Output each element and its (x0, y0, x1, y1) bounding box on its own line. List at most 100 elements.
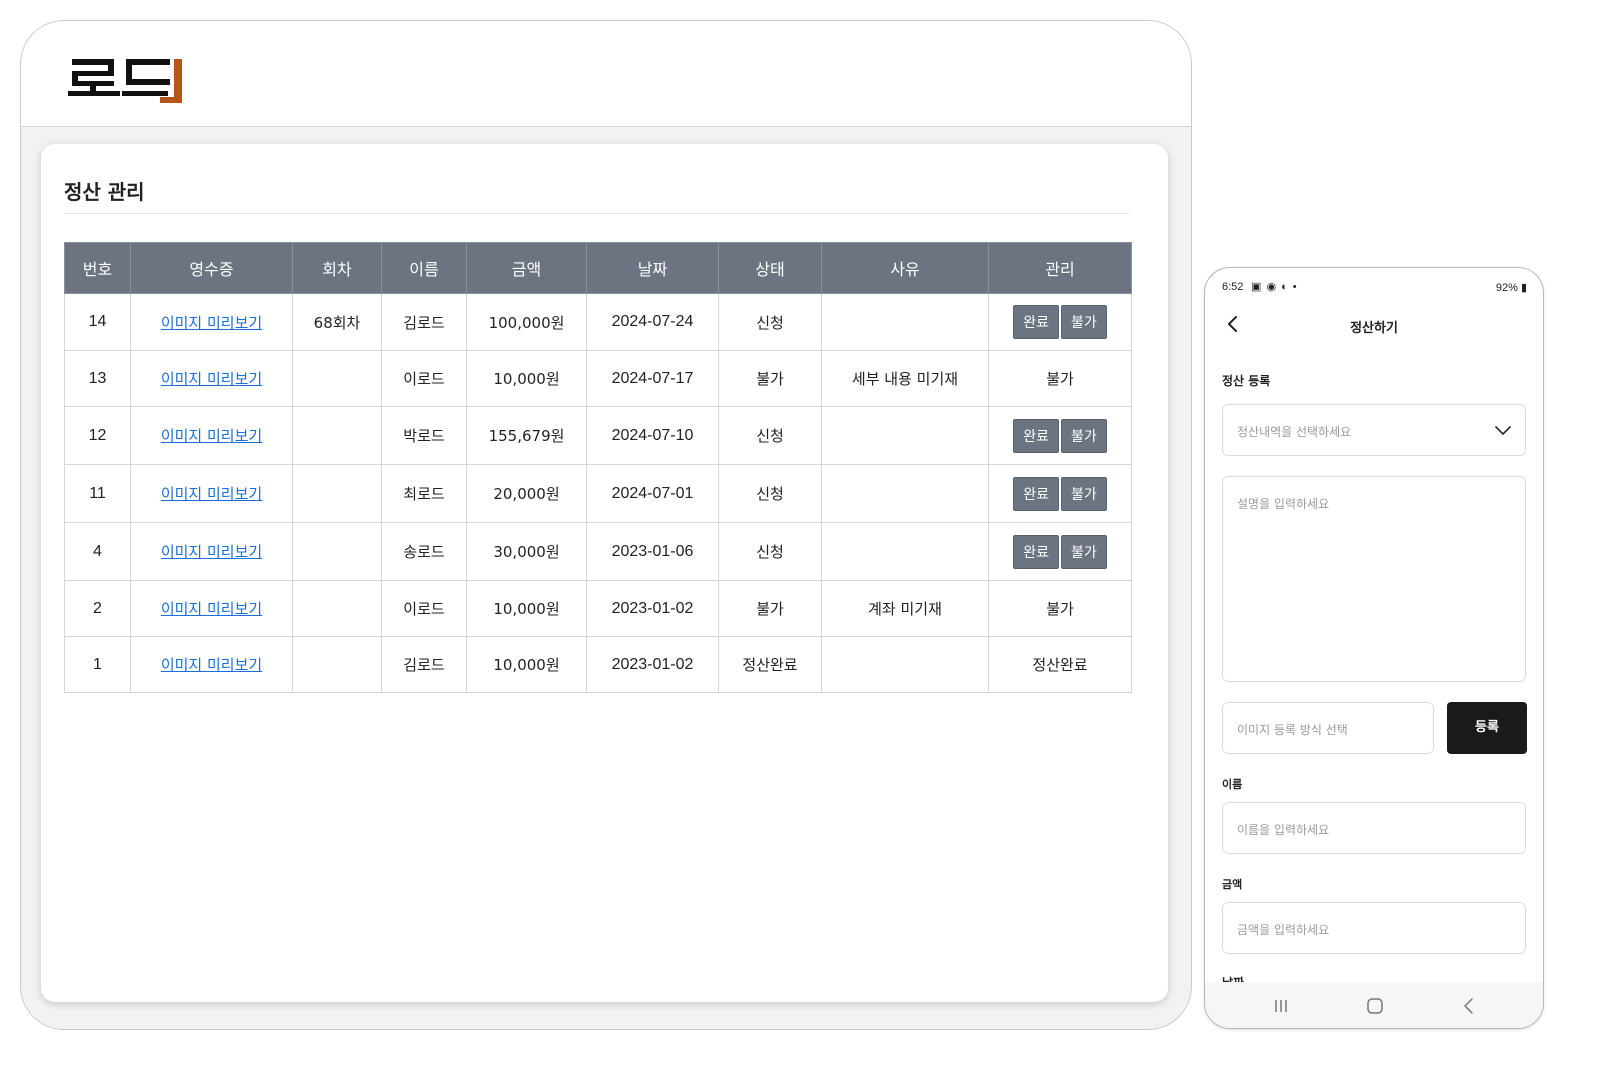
cell-amount: 155,679원 (466, 406, 587, 465)
settlement-card: 정산 관리 번호 영수증 회차 이름 금액 날짜 상태 사유 관리 14 이미지… (41, 144, 1168, 1002)
home-icon[interactable] (1365, 996, 1385, 1016)
cell-reason (821, 464, 989, 523)
cell-no: 1 (64, 636, 131, 693)
nav-back-icon[interactable] (1459, 996, 1479, 1016)
cell-reason (821, 293, 989, 351)
cell-amount: 10,000원 (466, 580, 587, 637)
description-textarea[interactable]: 설명을 입력하세요 (1222, 476, 1526, 682)
battery-percent: 92% (1495, 282, 1518, 294)
reject-button[interactable]: 불가 (1061, 305, 1107, 339)
cell-round (292, 522, 382, 581)
cell-status: 신청 (718, 522, 822, 581)
title-divider (64, 213, 1129, 214)
reject-button[interactable]: 불가 (1061, 476, 1107, 511)
cell-round (292, 636, 382, 693)
date-label: 날짜 (1222, 974, 1244, 982)
column-header: 이름 (381, 242, 467, 294)
cell-date: 2024-07-10 (586, 406, 719, 465)
amount-input[interactable]: 금액을 입력하세요 (1222, 902, 1526, 954)
reject-button[interactable]: 불가 (1061, 534, 1107, 569)
image-method-placeholder: 이미지 등록 방식 선택 (1237, 723, 1348, 737)
receipt-preview-link[interactable]: 이미지 미리보기 (161, 370, 262, 388)
system-nav-bar (1205, 982, 1543, 1028)
name-input[interactable]: 이름을 입력하세요 (1222, 802, 1526, 854)
table-row: 2 이미지 미리보기 이로드 10,000원 2023-01-02 불가 계좌 … (64, 580, 1132, 637)
cell-manage: 완료 불가 (988, 522, 1132, 581)
receipt-preview-link[interactable]: 이미지 미리보기 (161, 656, 262, 674)
cell-no: 12 (64, 406, 131, 465)
cell-date: 2024-07-24 (586, 293, 719, 351)
cell-reason (821, 636, 989, 693)
name-placeholder: 이름을 입력하세요 (1237, 823, 1330, 837)
cell-status: 정산완료 (718, 636, 822, 693)
table-row: 13 이미지 미리보기 이로드 10,000원 2024-07-17 불가 세부… (64, 350, 1132, 407)
cell-name: 김로드 (381, 636, 467, 693)
settlement-table: 번호 영수증 회차 이름 금액 날짜 상태 사유 관리 14 이미지 미리보기 … (64, 242, 1132, 693)
complete-button[interactable]: 완료 (1013, 305, 1059, 339)
cell-receipt: 이미지 미리보기 (130, 522, 293, 581)
cell-no: 14 (64, 293, 131, 351)
receipt-preview-link[interactable]: 이미지 미리보기 (161, 485, 262, 503)
cell-receipt: 이미지 미리보기 (130, 350, 293, 407)
image-method-select[interactable]: 이미지 등록 방식 선택 (1222, 702, 1434, 754)
register-button[interactable]: 등록 (1447, 702, 1527, 754)
description-placeholder: 설명을 입력하세요 (1237, 497, 1330, 511)
section-label: 정산 등록 (1222, 374, 1271, 388)
cell-date: 2024-07-17 (586, 350, 719, 407)
site-header (21, 21, 1191, 127)
cell-round (292, 406, 382, 465)
screen-title: 정산하기 (1350, 321, 1398, 336)
status-time: 6:52 (1222, 281, 1244, 293)
cell-status: 신청 (718, 406, 822, 465)
receipt-preview-link[interactable]: 이미지 미리보기 (161, 600, 262, 618)
table-row: 11 이미지 미리보기 최로드 20,000원 2024-07-01 신청 완료… (64, 464, 1132, 523)
receipt-preview-link[interactable]: 이미지 미리보기 (161, 427, 262, 445)
complete-button[interactable]: 완료 (1013, 476, 1059, 511)
column-header: 번호 (64, 242, 131, 294)
complete-button[interactable]: 완료 (1013, 534, 1059, 569)
cell-name: 최로드 (381, 464, 467, 523)
cell-no: 13 (64, 350, 131, 407)
cell-reason: 세부 내용 미기재 (821, 350, 989, 407)
receipt-preview-link[interactable]: 이미지 미리보기 (161, 314, 262, 332)
cell-amount: 10,000원 (466, 350, 587, 407)
cell-round (292, 464, 382, 523)
column-header: 금액 (466, 242, 587, 294)
cell-receipt: 이미지 미리보기 (130, 406, 293, 465)
cell-name: 이로드 (381, 350, 467, 407)
cell-receipt: 이미지 미리보기 (130, 293, 293, 351)
notification-icons: ▣ ◉ ◐ • (1251, 281, 1298, 293)
road-logo[interactable] (68, 57, 186, 109)
mobile-frame: 6:52 ▣ ◉ ◐ • 92% ▮ 정산하기 정산 등록 정산내역을 선택하세… (1204, 267, 1544, 1029)
column-header: 회차 (292, 242, 382, 294)
cell-date: 2023-01-06 (586, 522, 719, 581)
cell-date: 2024-07-01 (586, 464, 719, 523)
desktop-frame: 정산 관리 번호 영수증 회차 이름 금액 날짜 상태 사유 관리 14 이미지… (20, 20, 1192, 1030)
cell-status: 불가 (718, 350, 822, 407)
cell-status: 불가 (718, 580, 822, 637)
cell-receipt: 이미지 미리보기 (130, 464, 293, 523)
cell-receipt: 이미지 미리보기 (130, 636, 293, 693)
table-row: 12 이미지 미리보기 박로드 155,679원 2024-07-10 신청 완… (64, 406, 1132, 465)
cell-date: 2023-01-02 (586, 636, 719, 693)
receipt-preview-link[interactable]: 이미지 미리보기 (161, 543, 262, 561)
cell-amount: 10,000원 (466, 636, 587, 693)
page-title: 정산 관리 (64, 180, 145, 204)
cell-round: 68회차 (292, 293, 382, 351)
name-label: 이름 (1222, 778, 1243, 791)
table-row: 1 이미지 미리보기 김로드 10,000원 2023-01-02 정산완료 정… (64, 636, 1132, 693)
reject-button[interactable]: 불가 (1061, 418, 1107, 453)
recent-apps-icon[interactable] (1271, 996, 1291, 1016)
settlement-select[interactable]: 정산내역을 선택하세요 (1222, 404, 1526, 456)
complete-button[interactable]: 완료 (1013, 418, 1059, 453)
table-row: 14 이미지 미리보기 68회차 김로드 100,000원 2024-07-24… (64, 293, 1132, 351)
chevron-down-icon (1495, 426, 1511, 435)
amount-placeholder: 금액을 입력하세요 (1237, 923, 1330, 937)
table-row: 4 이미지 미리보기 송로드 30,000원 2023-01-06 신청 완료 불… (64, 522, 1132, 581)
cell-manage: 완료 불가 (988, 464, 1132, 523)
column-header: 날짜 (586, 242, 719, 294)
cell-reason: 계좌 미기재 (821, 580, 989, 637)
cell-no: 4 (64, 522, 131, 581)
cell-reason (821, 406, 989, 465)
status-bar: 6:52 ▣ ◉ ◐ • 92% ▮ (1205, 280, 1543, 296)
